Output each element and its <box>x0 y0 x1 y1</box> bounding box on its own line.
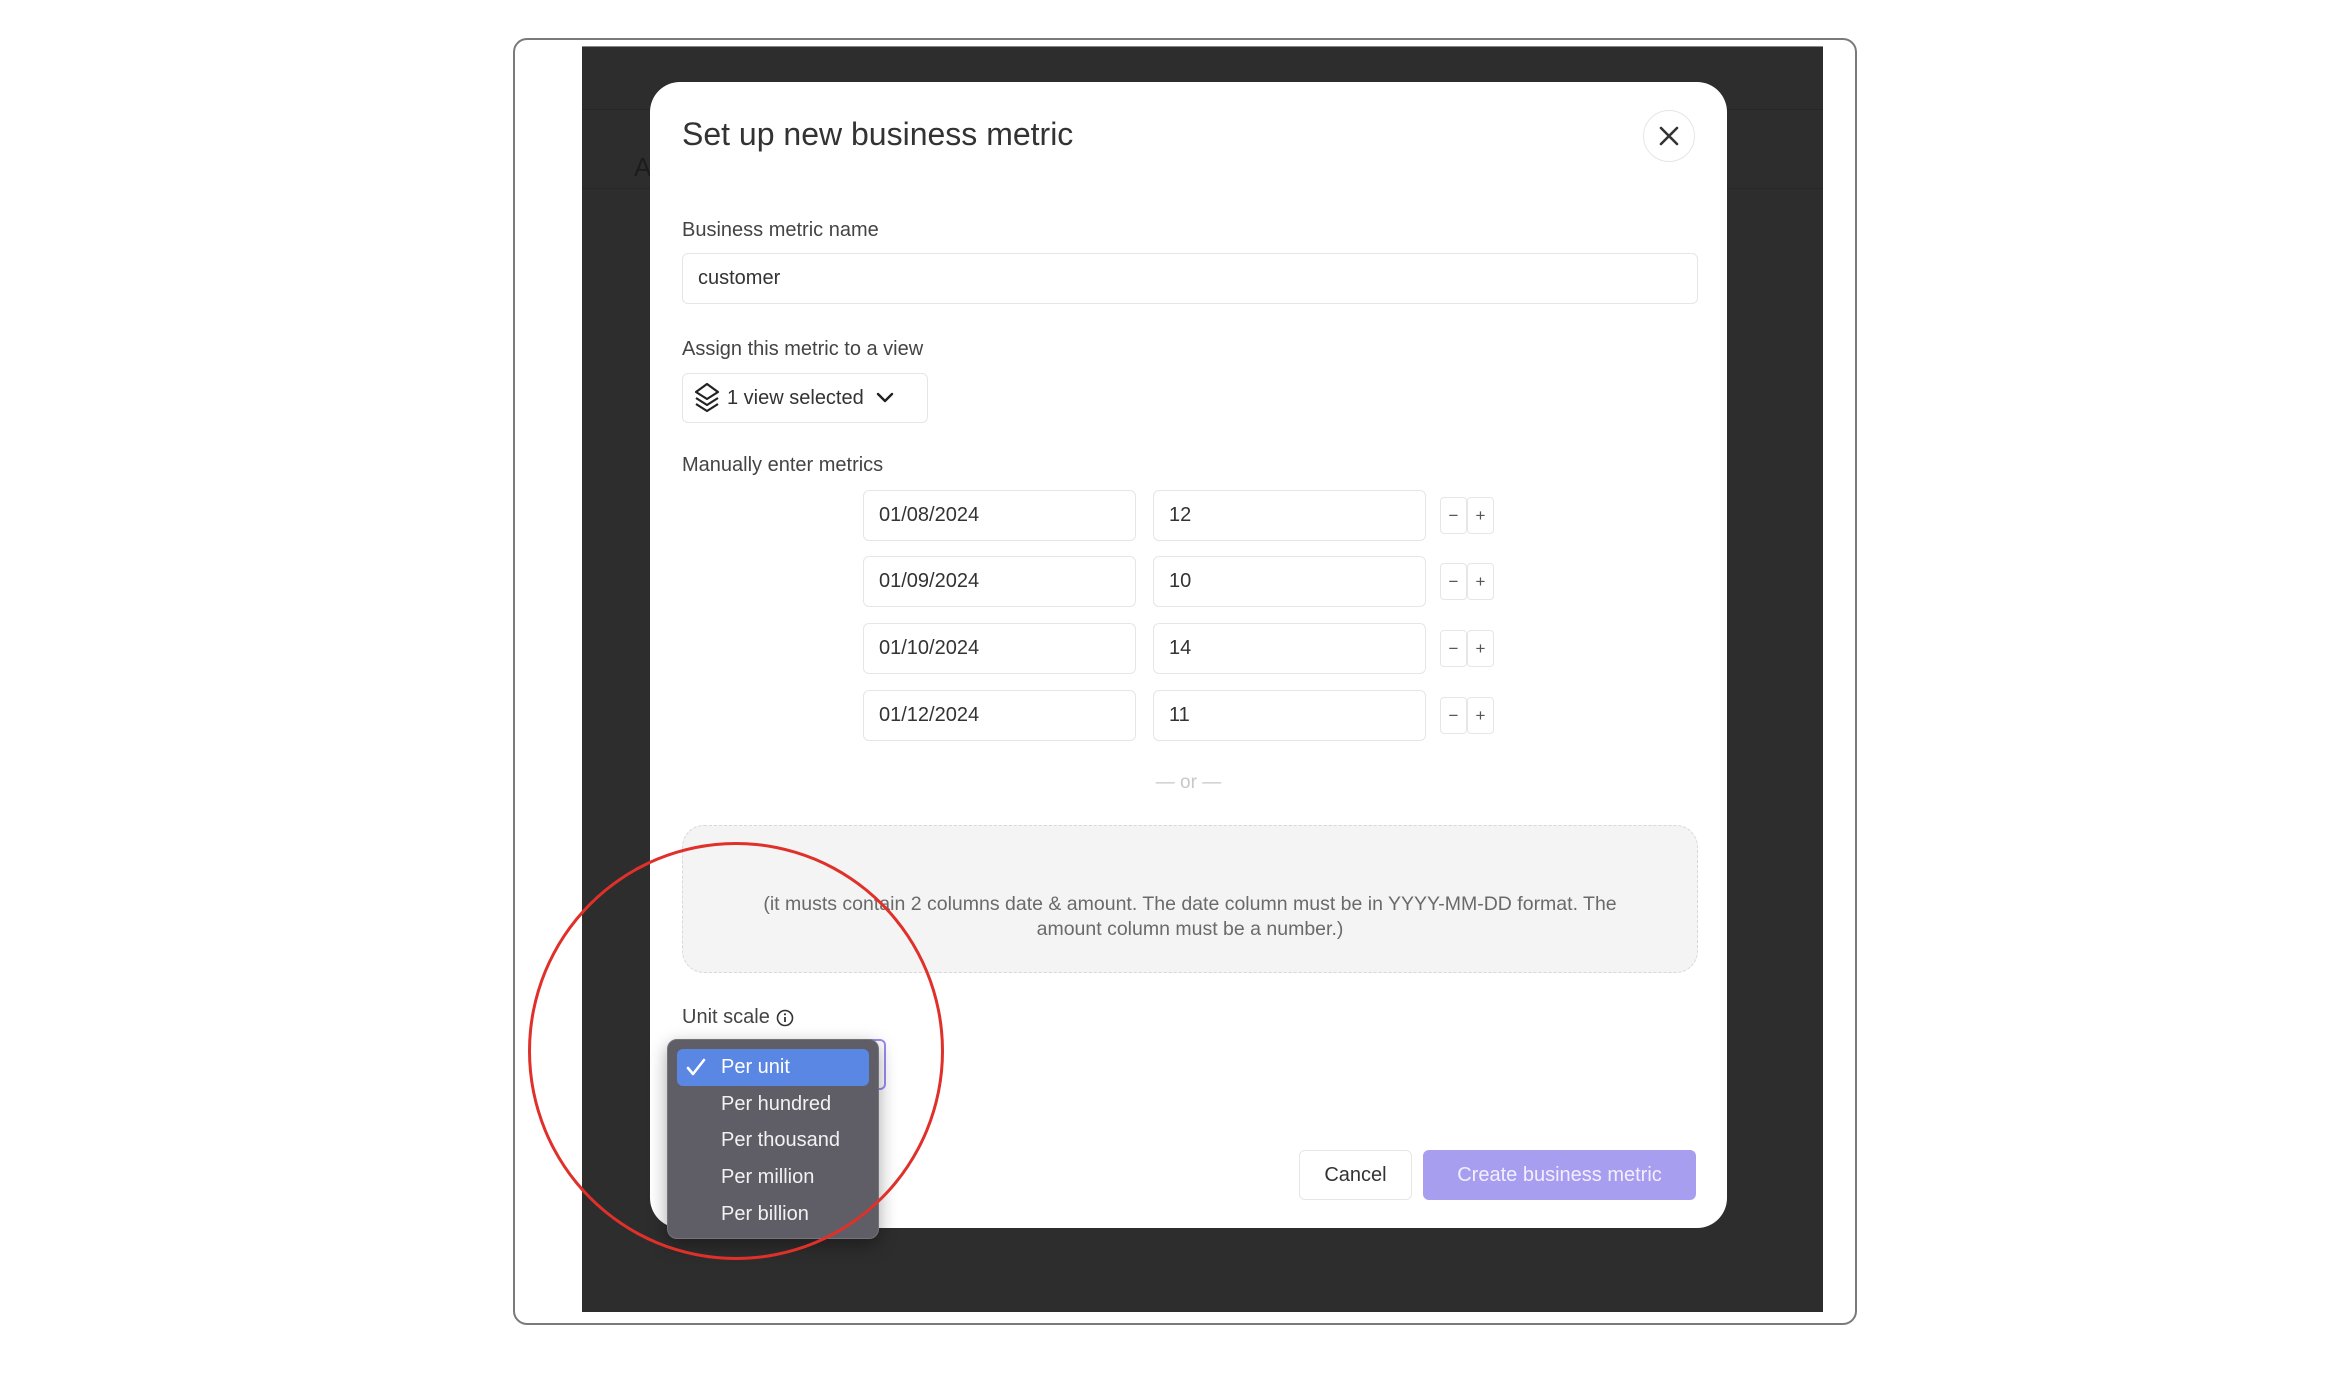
assign-view-label: Assign this metric to a view <box>682 338 924 360</box>
unit-scale-label-row: Unit scale <box>682 1006 794 1029</box>
metric-name-label: Business metric name <box>682 219 879 241</box>
modal-title: Set up new business metric <box>682 116 1074 152</box>
amount-input[interactable]: 12 <box>1153 490 1426 541</box>
add-row-button[interactable]: + <box>1467 697 1494 734</box>
create-metric-button[interactable]: Create business metric <box>1423 1150 1696 1200</box>
option-label: Per thousand <box>721 1129 840 1152</box>
remove-row-button[interactable]: − <box>1440 697 1467 734</box>
add-row-button[interactable]: + <box>1467 497 1494 534</box>
background-text: A <box>634 152 652 182</box>
metric-name-input[interactable]: customer <box>682 253 1698 304</box>
close-button[interactable] <box>1643 110 1695 162</box>
unit-option-per-hundred[interactable]: Per hundred <box>677 1086 869 1123</box>
chevron-down-icon <box>876 392 893 403</box>
date-input[interactable]: 01/09/2024 <box>863 556 1136 607</box>
add-row-button[interactable]: + <box>1467 630 1494 667</box>
file-dropzone[interactable]: (it musts contain 2 columns date & amoun… <box>682 825 1698 973</box>
unit-option-per-million[interactable]: Per million <box>677 1159 869 1196</box>
dropzone-hint: (it musts contain 2 columns date & amoun… <box>763 893 1617 940</box>
unit-scale-dropdown: Per unit Per hundred Per thousand Per mi… <box>667 1039 879 1239</box>
remove-row-button[interactable]: − <box>1440 497 1467 534</box>
info-icon[interactable] <box>776 1009 794 1027</box>
option-label: Per billion <box>721 1202 809 1225</box>
option-label: Per million <box>721 1165 815 1188</box>
remove-row-button[interactable]: − <box>1440 630 1467 667</box>
option-label: Per unit <box>721 1055 790 1078</box>
or-separator: — or — <box>1155 772 1222 793</box>
unit-scale-label: Unit scale <box>682 1006 770 1028</box>
close-icon <box>1659 126 1679 146</box>
amount-input[interactable]: 11 <box>1153 690 1426 741</box>
unit-option-per-unit[interactable]: Per unit <box>677 1049 869 1086</box>
cancel-button[interactable]: Cancel <box>1299 1150 1412 1200</box>
unit-option-per-thousand[interactable]: Per thousand <box>677 1122 869 1159</box>
amount-input[interactable]: 14 <box>1153 623 1426 674</box>
add-row-button[interactable]: + <box>1467 563 1494 600</box>
layers-icon <box>694 382 720 413</box>
option-label: Per hundred <box>721 1092 832 1115</box>
date-input[interactable]: 01/08/2024 <box>863 490 1136 541</box>
date-input[interactable]: 01/12/2024 <box>863 690 1136 741</box>
view-selector-value: 1 view selected <box>727 386 864 409</box>
view-selector[interactable]: 1 view selected <box>682 373 928 423</box>
remove-row-button[interactable]: − <box>1440 563 1467 600</box>
unit-option-per-billion[interactable]: Per billion <box>677 1196 869 1233</box>
date-input[interactable]: 01/10/2024 <box>863 623 1136 674</box>
checkmark-icon <box>686 1058 706 1076</box>
amount-input[interactable]: 10 <box>1153 556 1426 607</box>
manual-metrics-label: Manually enter metrics <box>682 454 884 476</box>
